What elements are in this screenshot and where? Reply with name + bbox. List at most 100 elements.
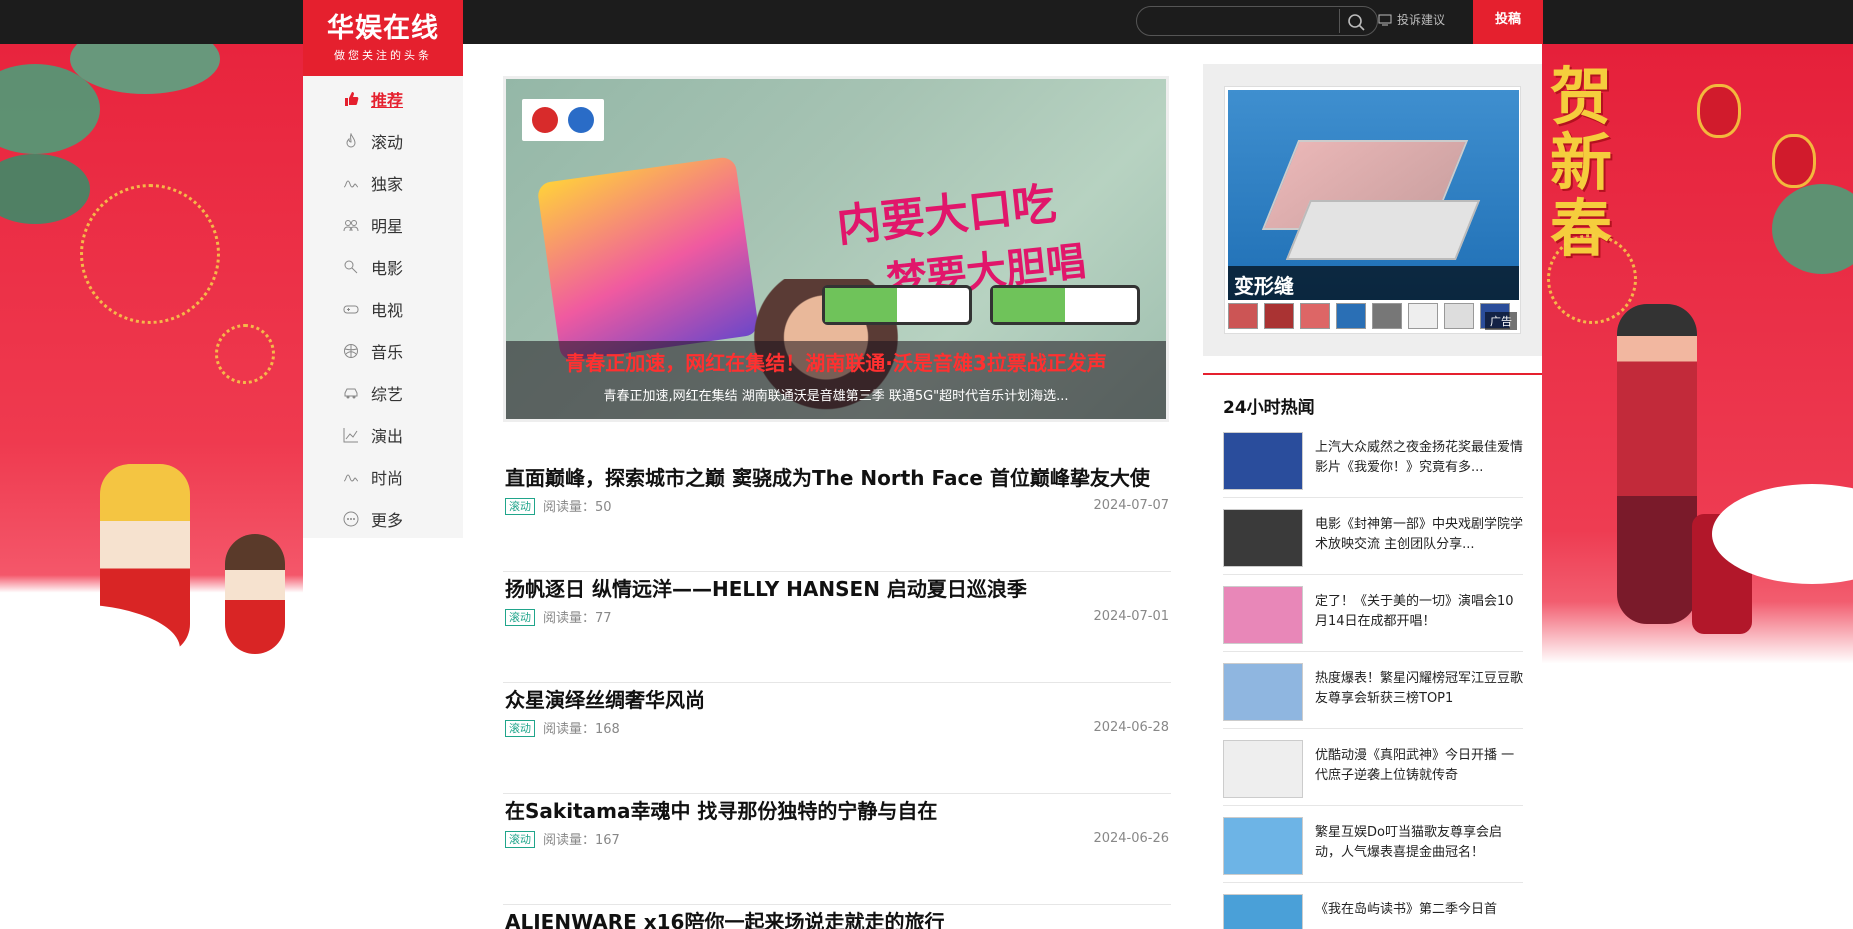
- article-tag[interactable]: 滚动: [505, 609, 535, 626]
- nav-item-music[interactable]: 音乐: [343, 338, 403, 364]
- submit-article-button[interactable]: 投稿: [1473, 0, 1543, 44]
- show-title-art: [536, 155, 760, 363]
- hot-news-text: 繁星互娱Do叮当猫歌友尊享会启动，人气爆表喜提金曲冠名！: [1315, 825, 1502, 860]
- thumbs-up-icon: [345, 92, 359, 106]
- hot-news-item[interactable]: 上汽大众威然之夜金扬花奖最佳爱情影片《我爱你！》究竟有多...: [1223, 432, 1523, 498]
- lantern-decoration: [1772, 134, 1816, 188]
- nav-item-shows[interactable]: 演出: [343, 422, 403, 448]
- nav-item-more[interactable]: 更多: [343, 506, 403, 532]
- nav-label: 综艺: [371, 385, 404, 404]
- article-tag[interactable]: 滚动: [505, 498, 535, 515]
- site-name: 华娱在线: [327, 13, 439, 44]
- banner-subline: 青春正加速,网红在集结 湖南联通沃是音雄第三季 联通5G"超时代音乐计划海选..…: [603, 389, 1069, 404]
- nav-label: 独家: [371, 175, 404, 194]
- nav-item-stars[interactable]: 明星: [343, 212, 403, 238]
- hot-news-text: 优酷动漫《真阳武神》今日开播 一代庶子逆袭上位铸就传奇: [1315, 748, 1515, 783]
- sponsor-logo: [522, 99, 604, 141]
- nav-item-movies[interactable]: 电影: [343, 254, 403, 280]
- ad-thumbnail[interactable]: [1444, 303, 1474, 329]
- ball-icon: [344, 344, 358, 358]
- article-date: 2024-06-26: [1093, 831, 1169, 846]
- nav-label: 时尚: [371, 469, 404, 488]
- hot-news-item[interactable]: 定了！《关于美的一切》演唱会10月14日在成都开唱！: [1223, 586, 1523, 652]
- search-input[interactable]: [1149, 11, 1329, 31]
- hot-news-text: 热度爆表！繁星闪耀榜冠军江豆豆歌友尊享会斩获三榜TOP1: [1315, 671, 1524, 706]
- search-button[interactable]: [1345, 11, 1371, 33]
- nav-label: 明星: [371, 217, 404, 236]
- firework-decoration: [215, 324, 275, 384]
- article-item: 直面巅峰，探索城市之巅 窦骁成为The North Face 首位巅峰挚友大使 …: [503, 462, 1171, 572]
- nav-item-scroll[interactable]: 滚动: [343, 128, 403, 154]
- category-sidebar: 推荐 滚动 独家 明星 电影 电视 音乐 综艺 演出 时尚 更多: [303, 76, 463, 538]
- pine-tree-decoration: [1772, 184, 1853, 274]
- article-date: 2024-06-28: [1093, 720, 1169, 735]
- article-title[interactable]: 在Sakitama幸魂中 找寻那份独特的宁静与自在: [505, 795, 937, 824]
- advertisement-box: 变形缝 广告: [1203, 64, 1542, 356]
- article-date: 2024-07-07: [1093, 498, 1169, 513]
- hot-news-thumbnail: [1223, 894, 1303, 929]
- ad-thumbnail[interactable]: [1300, 303, 1330, 329]
- nav-item-variety[interactable]: 综艺: [343, 380, 403, 406]
- hot-news-item[interactable]: 《我在岛屿读书》第二季今日首: [1223, 894, 1523, 929]
- ad-frame[interactable]: 变形缝 广告: [1224, 86, 1521, 334]
- hot-news-thumbnail: [1223, 817, 1303, 875]
- hot-news-item[interactable]: 电影《封神第一部》中央戏剧学院学术放映交流 主创团队分享...: [1223, 509, 1523, 575]
- nav-label: 电视: [371, 301, 404, 320]
- article-title[interactable]: ALIENWARE x16陪你一起来场说走就走的旅行: [505, 906, 944, 929]
- hot-news-title: 24小时热闻: [1223, 398, 1315, 418]
- hot-news-text: 《我在岛屿读书》第二季今日首: [1315, 902, 1498, 917]
- site-slogan: 做您关注的头条: [334, 49, 432, 62]
- ad-thumbnail[interactable]: [1408, 303, 1438, 329]
- nav-item-exclusive[interactable]: 独家: [343, 170, 403, 196]
- hot-news-thumbnail: [1223, 432, 1303, 490]
- ad-thumbnail[interactable]: [1228, 303, 1258, 329]
- site-logo[interactable]: 华娱在线 做您关注的头条: [303, 0, 463, 76]
- article-item: 众星演绎丝绸奢华风尚 滚动 阅读量：168 2024-06-28: [503, 684, 1171, 794]
- article-reads: 阅读量：167: [543, 833, 620, 848]
- article-reads: 阅读量：168: [543, 722, 620, 737]
- ad-product-shape: [1285, 200, 1481, 260]
- article-item: 在Sakitama幸魂中 找寻那份独特的宁静与自在 滚动 阅读量：167 202…: [503, 795, 1171, 905]
- hot-news-item[interactable]: 繁星互娱Do叮当猫歌友尊享会启动，人气爆表喜提金曲冠名！: [1223, 817, 1523, 883]
- ad-thumbnail[interactable]: [1264, 303, 1294, 329]
- right-festive-background: 贺新春: [1542, 44, 1853, 929]
- article-date: 2024-07-01: [1093, 609, 1169, 624]
- girl-character: [225, 534, 285, 654]
- pine-tree-decoration: [70, 44, 220, 94]
- nav-item-tv[interactable]: 电视: [343, 296, 403, 322]
- lantern-decoration: [1697, 84, 1741, 138]
- article-title[interactable]: 直面巅峰，探索城市之巅 窦骁成为The North Face 首位巅峰挚友大使: [505, 462, 1150, 491]
- hot-news-divider: [1203, 373, 1542, 375]
- more-icon: [343, 511, 359, 527]
- featured-banner[interactable]: 内要大口吃 梦要大胆唱 青春正加速，网红在集结！湖南联通·沃是音雄3拉票战正发声…: [503, 76, 1169, 422]
- article-title[interactable]: 扬帆逐日 纵情远洋——HELLY HANSEN 启动夏日巡浪季: [505, 573, 1027, 602]
- left-festive-background: [0, 44, 303, 929]
- hot-news-item[interactable]: 热度爆表！繁星闪耀榜冠军江豆豆歌友尊享会斩获三榜TOP1: [1223, 663, 1523, 729]
- nav-label: 滚动: [371, 133, 404, 152]
- hot-news-thumbnail: [1223, 663, 1303, 721]
- article-tag[interactable]: 滚动: [505, 720, 535, 737]
- flame-icon: [346, 133, 356, 148]
- top-bar: [0, 0, 1853, 44]
- complaint-label: 投诉建议: [1397, 13, 1446, 27]
- article-reads: 阅读量：77: [543, 611, 612, 626]
- chart-icon: [343, 428, 358, 443]
- hot-news-text: 上汽大众威然之夜金扬花奖最佳爱情影片《我爱你！》究竟有多...: [1315, 440, 1524, 475]
- nav-item-fashion[interactable]: 时尚: [343, 464, 403, 490]
- complaint-link[interactable]: 投诉建议: [1378, 11, 1445, 28]
- search-divider: [1339, 9, 1340, 33]
- firework-decoration: [1547, 234, 1637, 324]
- hot-news-thumbnail: [1223, 586, 1303, 644]
- banner-headline[interactable]: 青春正加速，网红在集结！湖南联通·沃是音雄3拉票战正发声: [506, 347, 1166, 376]
- article-title[interactable]: 众星演绎丝绸奢华风尚: [505, 684, 705, 713]
- hot-news-text: 定了！《关于美的一切》演唱会10月14日在成都开唱！: [1315, 594, 1514, 629]
- feature-chip: [990, 285, 1140, 325]
- nav-item-recommend[interactable]: 推荐: [343, 86, 403, 112]
- ad-thumbnail[interactable]: [1372, 303, 1402, 329]
- hot-news-item[interactable]: 优酷动漫《真阳武神》今日开播 一代庶子逆袭上位铸就传奇: [1223, 740, 1523, 806]
- firework-decoration: [80, 184, 220, 324]
- ad-thumbnail[interactable]: [1336, 303, 1366, 329]
- article-tag[interactable]: 滚动: [505, 831, 535, 848]
- traveler-character: [1617, 304, 1697, 624]
- ad-label: 变形缝: [1228, 266, 1519, 300]
